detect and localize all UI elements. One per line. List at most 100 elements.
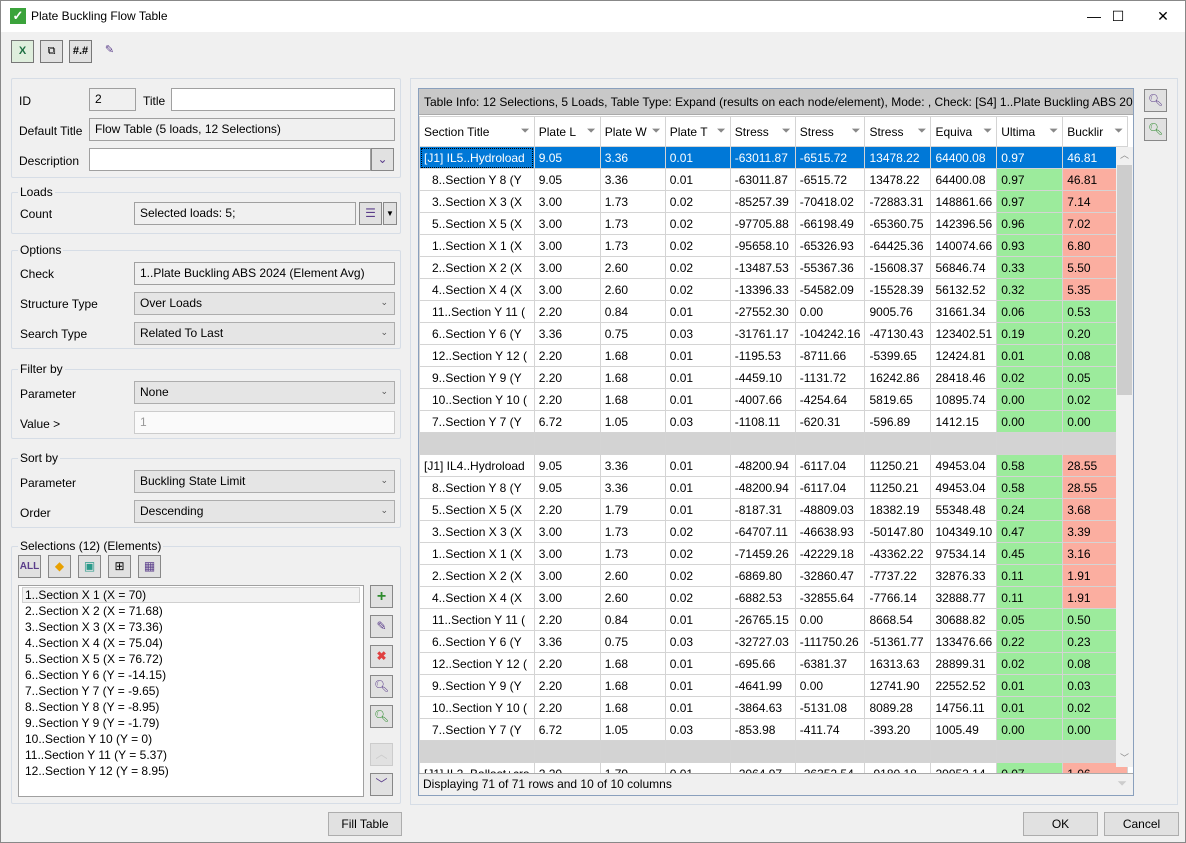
table-cell[interactable]: 2.60 [599,256,666,279]
table-cell[interactable]: 1..Section X 1 (X [419,542,535,565]
table-row[interactable]: 5..Section X 5 (X 2.20 1.79 0.01 -8187.31 -48… [419,498,1129,521]
table-cell[interactable]: 0.01 [664,608,731,631]
title-input[interactable] [171,88,395,111]
column-header[interactable]: Stress ⏷ [864,116,932,147]
table-cell[interactable]: -7737.22 [864,564,932,587]
table-cell[interactable]: 5..Section X 5 (X [419,498,535,521]
table-cell[interactable]: 0.00 [794,300,866,323]
table-cell[interactable]: 11..Section Y 11 ( [419,608,535,631]
edit-selection-button[interactable]: ✎ [370,615,393,638]
table-cell[interactable]: -104242.16 [794,322,866,345]
table-cell[interactable]: 0.01 [664,366,731,389]
table-cell[interactable]: 0.97 [996,168,1064,191]
table-cell[interactable] [794,740,866,763]
table-cell[interactable]: 0.01 [664,388,731,411]
table-cell[interactable]: -1131.72 [794,366,866,389]
table-cell[interactable]: 12424.81 [930,344,998,367]
table-cell[interactable]: 2.60 [599,586,666,609]
add-selection-button[interactable]: + [370,585,393,608]
table-row[interactable]: 2..Section X 2 (X 3.00 2.60 0.02 -13487.53 -5… [419,256,1129,279]
table-cell[interactable]: 1.73 [599,520,666,543]
table-cell[interactable]: -32727.03 [729,630,796,653]
table-cell[interactable]: 9..Section Y 9 (Y [419,674,535,697]
table-cell[interactable]: 2.20 [533,674,601,697]
table-cell[interactable]: 11250.21 [864,476,932,499]
table-cell[interactable]: 9.05 [533,476,601,499]
table-cell[interactable]: 1.68 [599,388,666,411]
table-cell[interactable]: 6.72 [533,718,601,741]
table-row[interactable]: 11..Section Y 11 (2.20 0.84 0.01 -27552.30 0… [419,300,1129,323]
table-cell[interactable]: -6515.72 [794,146,866,169]
load-row[interactable]: [J1] IL4..Hydroload 9.05 3.36 0.01 -48200.94… [419,454,1129,477]
scrollbar-thumb[interactable] [1117,165,1132,395]
table-row[interactable]: 10..Section Y 10 (2.20 1.68 0.01 -3864.63 -5… [419,696,1129,719]
table-cell[interactable]: 0.00 [794,674,866,697]
number-format-button[interactable]: #.# [69,40,92,63]
table-cell[interactable]: 0.93 [996,234,1064,257]
table-row[interactable]: 5..Section X 5 (X 3.00 1.73 0.02 -97705.88 -6… [419,212,1129,235]
table-cell[interactable]: 6..Section Y 6 (Y [419,322,535,345]
filter-icon[interactable]: ⏷ [717,125,726,138]
table-cell[interactable]: 3..Section X 3 (X [419,520,535,543]
table-row[interactable]: 10..Section Y 10 (2.20 1.68 0.01 -4007.66 -4… [419,388,1129,411]
column-header[interactable]: Bucklir ⏷ [1062,116,1129,147]
table-cell[interactable]: 0.01 [664,300,731,323]
table-cell[interactable]: 4..Section X 4 (X [419,586,535,609]
column-header[interactable]: Plate L ⏷ [533,116,601,147]
table-row[interactable]: 9..Section Y 9 (Y 2.20 1.68 0.01 -4459.10 -11… [419,366,1129,389]
table-cell[interactable]: 148861.66 [930,190,998,213]
table-cell[interactable] [533,740,601,763]
column-header[interactable]: Section Title ⏷ [419,116,535,147]
table-cell[interactable] [729,740,796,763]
table-row[interactable]: 4..Section X 4 (X 3.00 2.60 0.02 -13396.33 -5… [419,278,1129,301]
table-cell[interactable]: 2.20 [533,696,601,719]
table-cell[interactable]: 0.01 [664,454,731,477]
table-cell[interactable]: 56846.74 [930,256,998,279]
table-cell[interactable]: 2.60 [599,278,666,301]
filter-icon[interactable]: ⏷ [983,125,992,138]
table-cell[interactable] [533,432,601,455]
table-cell[interactable]: 12..Section Y 12 ( [419,344,535,367]
table-cell[interactable]: 1..Section X 1 (X [419,234,535,257]
selection-list-item[interactable]: 6..Section Y 6 (Y = -14.15) [19,667,363,683]
table-cell[interactable]: 0.00 [794,608,866,631]
table-cell[interactable]: -8711.66 [794,344,866,367]
table-cell[interactable]: 0.32 [996,278,1064,301]
selection-list-item[interactable]: 1..Section X 1 (X = 70) [22,587,360,603]
table-cell[interactable]: -64707.11 [729,520,796,543]
zoom-green-button[interactable]: 🔍︎ [370,705,393,728]
table-cell[interactable]: 0.84 [599,300,666,323]
table-cell[interactable]: -7766.14 [864,586,932,609]
table-row[interactable]: 11..Section Y 11 (2.20 0.84 0.01 -26765.15 0… [419,608,1129,631]
table-cell[interactable]: -620.31 [794,410,866,433]
table-cell[interactable]: -853.98 [729,718,796,741]
table-cell[interactable]: -4641.99 [729,674,796,697]
table-cell[interactable]: 1.68 [599,674,666,697]
table-cell[interactable]: 3.36 [533,322,601,345]
table-cell[interactable]: 4..Section X 4 (X [419,278,535,301]
table-row[interactable]: 8..Section Y 8 (Y 9.05 3.36 0.01 -48200.94 -6… [419,476,1129,499]
table-cell[interactable]: -3864.63 [729,696,796,719]
close-button[interactable]: ✕ [1140,1,1186,32]
grid-button[interactable]: ⊞ [108,555,131,578]
zoom-purple-grid-button[interactable]: 🔍︎ [1144,89,1167,112]
table-cell[interactable]: -695.66 [729,652,796,675]
table-row[interactable]: 6..Section Y 6 (Y 3.36 0.75 0.03 -31761.17 -1… [419,322,1129,345]
table-cell[interactable]: -6381.37 [794,652,866,675]
table-cell[interactable] [996,740,1064,763]
table-cell[interactable]: -72883.31 [864,190,932,213]
table-cell[interactable]: -596.89 [864,410,932,433]
table-cell[interactable]: 0.11 [996,564,1064,587]
table-cell[interactable]: 14756.11 [930,696,998,719]
table-cell[interactable]: 97534.14 [930,542,998,565]
selections-list[interactable]: 1..Section X 1 (X = 70) 2..Section X 2 (X… [18,585,364,797]
highlight-button[interactable]: ✎ [98,40,121,63]
table-cell[interactable]: [J1] IL5..Hydroload [419,146,535,169]
table-cell[interactable]: 10..Section Y 10 ( [419,388,535,411]
select-region-button[interactable]: ▣ [78,555,101,578]
table-cell[interactable]: 0.02 [664,542,731,565]
table-cell[interactable]: -6869.80 [729,564,796,587]
table-cell[interactable]: 2.60 [599,564,666,587]
table-cell[interactable]: 0.02 [664,190,731,213]
table-row[interactable]: 8..Section Y 8 (Y 9.05 3.36 0.01 -63011.87 -6… [419,168,1129,191]
